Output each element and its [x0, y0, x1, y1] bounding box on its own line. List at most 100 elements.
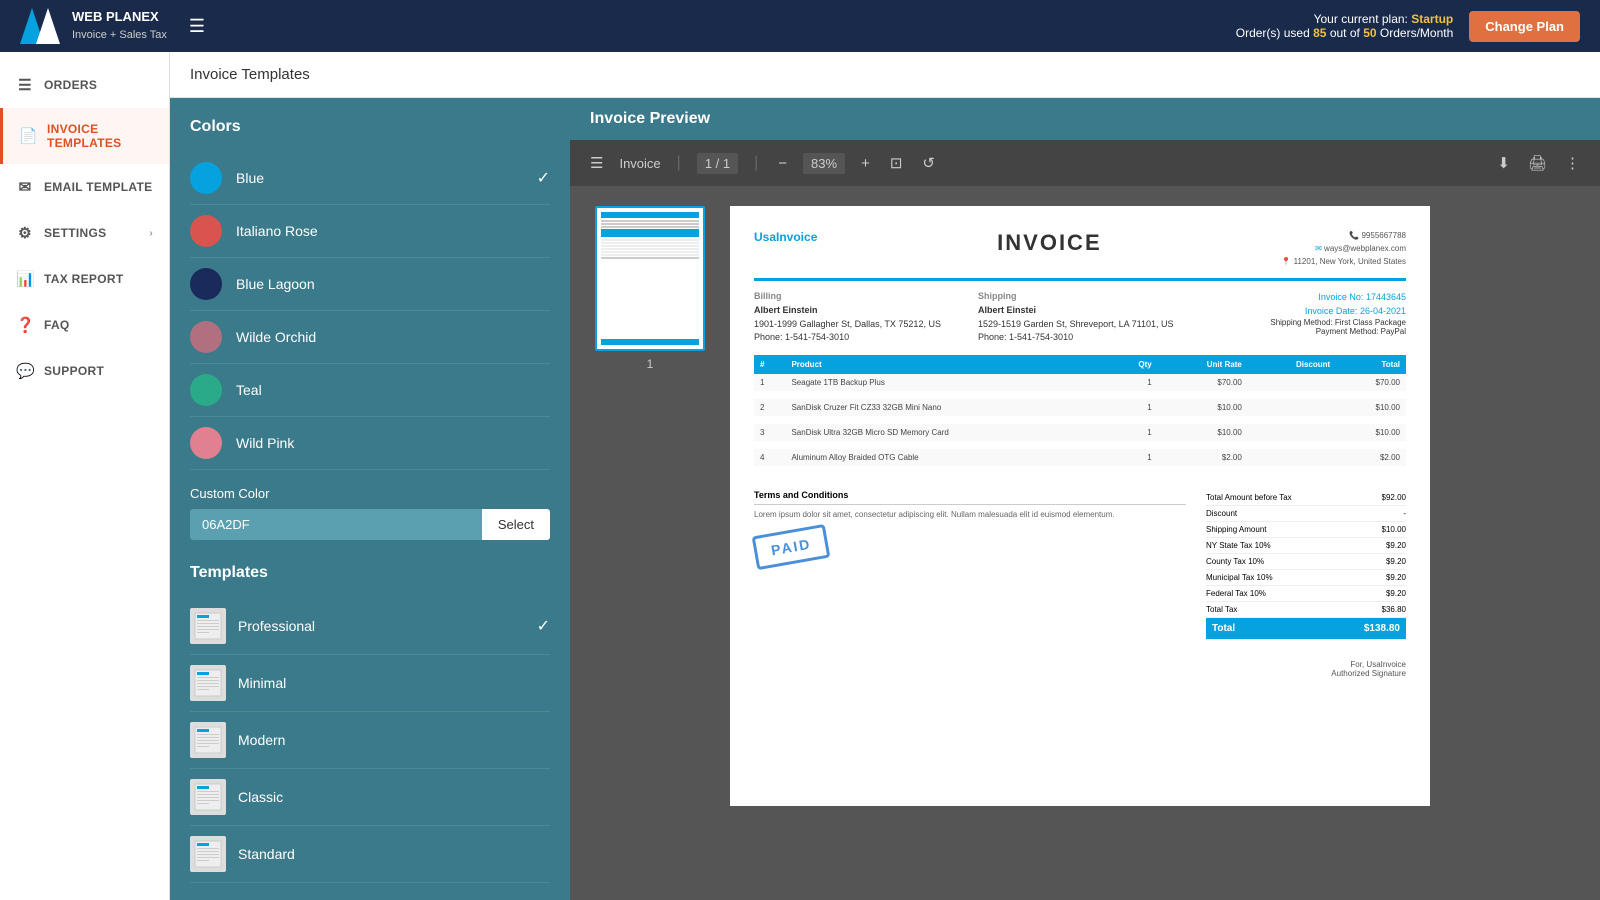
color-item-italiano-rose[interactable]: Italiano Rose: [190, 205, 550, 258]
sidebar-item-email-template[interactable]: ✉ EMAIL TEMPLATE: [0, 164, 169, 210]
total-row: Federal Tax 10%$9.20: [1206, 586, 1406, 602]
total-row: Municipal Tax 10%$9.20: [1206, 570, 1406, 586]
template-item-professional[interactable]: Professional ✓: [190, 598, 550, 655]
template-item-standard[interactable]: Standard: [190, 826, 550, 883]
color-item-wild-pink[interactable]: Wild Pink: [190, 417, 550, 470]
inv-company: UsaInvoice: [754, 230, 817, 244]
color-swatch-wild-pink: [190, 427, 222, 459]
color-name-italiano-rose: Italiano Rose: [236, 223, 550, 239]
color-name-teal: Teal: [236, 382, 550, 398]
inv-totals: Total Amount before Tax$92.00Discount-Sh…: [1206, 490, 1406, 640]
color-name-blue-lagoon: Blue Lagoon: [236, 276, 550, 292]
color-swatch-italiano-rose: [190, 215, 222, 247]
right-panel: Invoice Preview ☰ Invoice | 1 / 1 | − 83…: [570, 98, 1600, 900]
content-area: Invoice Templates Colors Blue ✓ Italiano…: [170, 52, 1600, 900]
templates-section: Templates Professional ✓: [190, 564, 550, 883]
template-name-classic: Classic: [238, 789, 550, 805]
total-row: Discount-: [1206, 506, 1406, 522]
fit-page-button[interactable]: ⊡: [886, 150, 907, 176]
logo-icon: [20, 8, 60, 44]
color-name-blue: Blue: [236, 170, 523, 186]
custom-color-row: Select: [190, 509, 550, 540]
more-options-button[interactable]: ⋮: [1561, 150, 1584, 176]
support-icon: 💬: [16, 362, 34, 380]
templates-section-title: Templates: [190, 564, 550, 582]
inv-contact: 📞 9955667788 ✉ ways@webplanex.com 📍 1120…: [1281, 230, 1406, 268]
settings-icon: ⚙: [16, 224, 34, 242]
preview-body: 1 UsaInvoice INVOICE 📞 9955667788 ✉ ways…: [570, 186, 1600, 900]
sidebar-item-orders[interactable]: ☰ ORDERS: [0, 62, 169, 108]
total-row: Total Amount before Tax$92.00: [1206, 490, 1406, 506]
toolbar-menu-button[interactable]: ☰: [586, 150, 607, 176]
logo-sub: Invoice + Sales Tax: [72, 26, 167, 43]
table-row: 4 Aluminum Alloy Braided OTG Cable 1 $2.…: [754, 449, 1406, 466]
download-button[interactable]: ⬇: [1493, 150, 1514, 176]
colors-list: Blue ✓ Italiano Rose Blue Lagoon Wilde O…: [190, 152, 550, 470]
color-check-icon: ✓: [537, 168, 550, 188]
template-name-modern: Modern: [238, 732, 550, 748]
color-item-blue-lagoon[interactable]: Blue Lagoon: [190, 258, 550, 311]
color-item-blue[interactable]: Blue ✓: [190, 152, 550, 205]
inv-table: # Product Qty Unit Rate Discount Total 1…: [754, 355, 1406, 474]
template-item-classic[interactable]: Classic: [190, 769, 550, 826]
pdf-thumbnail[interactable]: 1: [590, 206, 710, 371]
sidebar-label-orders: ORDERS: [44, 78, 97, 92]
total-row: Total Tax$36.80: [1206, 602, 1406, 618]
select-color-button[interactable]: Select: [482, 509, 550, 540]
template-name-standard: Standard: [238, 846, 550, 862]
change-plan-button[interactable]: Change Plan: [1469, 11, 1580, 42]
inner-layout: Colors Blue ✓ Italiano Rose Blue Lagoon …: [170, 98, 1600, 900]
color-name-wilde-orchid: Wilde Orchid: [236, 329, 550, 345]
pdf-thumb-image: [595, 206, 705, 351]
hamburger-icon[interactable]: ☰: [189, 16, 205, 37]
table-row: 1 Seagate 1TB Backup Plus 1 $70.00 $70.0…: [754, 374, 1406, 391]
top-header: WEB PLANEX Invoice + Sales Tax ☰ Your cu…: [0, 0, 1600, 52]
sidebar-label-support: SUPPORT: [44, 364, 104, 378]
invoice-main: UsaInvoice INVOICE 📞 9955667788 ✉ ways@w…: [730, 206, 1430, 806]
sidebar-label-invoice-templates: INVOICE TEMPLATES: [47, 122, 153, 150]
sidebar-item-faq[interactable]: ❓ FAQ: [0, 302, 169, 348]
zoom-out-button[interactable]: −: [774, 151, 791, 176]
color-item-teal[interactable]: Teal: [190, 364, 550, 417]
zoom-in-button[interactable]: +: [857, 151, 874, 176]
total-row: County Tax 10%$9.20: [1206, 554, 1406, 570]
custom-color-input[interactable]: [190, 509, 482, 540]
color-swatch-blue: [190, 162, 222, 194]
inv-terms: Terms and Conditions Lorem ipsum dolor s…: [754, 490, 1186, 640]
total-row: Shipping Amount$10.00: [1206, 522, 1406, 538]
col-num: #: [754, 355, 785, 374]
invoice-templates-icon: 📄: [19, 127, 37, 145]
print-button[interactable]: 🖨: [1524, 150, 1551, 176]
table-row: 3 SanDisk Ultra 32GB Micro SD Memory Car…: [754, 424, 1406, 441]
template-thumb-modern: [190, 722, 226, 758]
template-thumb-classic: [190, 779, 226, 815]
inv-footer: Terms and Conditions Lorem ipsum dolor s…: [754, 490, 1406, 640]
template-item-minimal[interactable]: Minimal: [190, 655, 550, 712]
template-thumb-minimal: [190, 665, 226, 701]
color-swatch-blue-lagoon: [190, 268, 222, 300]
sidebar-label-email-template: EMAIL TEMPLATE: [44, 180, 152, 194]
sidebar-item-settings[interactable]: ⚙ SETTINGS ›: [0, 210, 169, 256]
rotate-button[interactable]: ↺: [918, 150, 939, 176]
grand-total-row: Total$138.80: [1206, 618, 1406, 640]
sidebar-item-invoice-templates[interactable]: 📄 INVOICE TEMPLATES: [0, 108, 169, 164]
template-name-minimal: Minimal: [238, 675, 550, 691]
inv-billing-col: Billing Albert Einstein 1901-1999 Gallag…: [754, 291, 958, 345]
chevron-right-icon: ›: [149, 228, 153, 239]
inv-title: INVOICE: [997, 230, 1101, 256]
logo-area: WEB PLANEX Invoice + Sales Tax ☰: [20, 8, 205, 44]
color-item-wilde-orchid[interactable]: Wilde Orchid: [190, 311, 550, 364]
toolbar-right: ⬇ 🖨 ⋮: [1493, 150, 1584, 176]
custom-color-section: Custom Color Select: [190, 486, 550, 540]
orders-icon: ☰: [16, 76, 34, 94]
logo-text: WEB PLANEX: [72, 9, 167, 26]
inv-details-col: Invoice No: 17443645 Invoice Date: 26-04…: [1202, 291, 1406, 345]
sidebar-item-tax-report[interactable]: 📊 TAX REPORT: [0, 256, 169, 302]
template-item-modern[interactable]: Modern: [190, 712, 550, 769]
sidebar-item-support[interactable]: 💬 SUPPORT: [0, 348, 169, 394]
left-panel: Colors Blue ✓ Italiano Rose Blue Lagoon …: [170, 98, 570, 900]
templates-list: Professional ✓ Minimal: [190, 598, 550, 883]
template-thumb-standard: [190, 836, 226, 872]
col-product: Product: [785, 355, 1109, 374]
thumb-page-num: 1: [647, 357, 654, 371]
